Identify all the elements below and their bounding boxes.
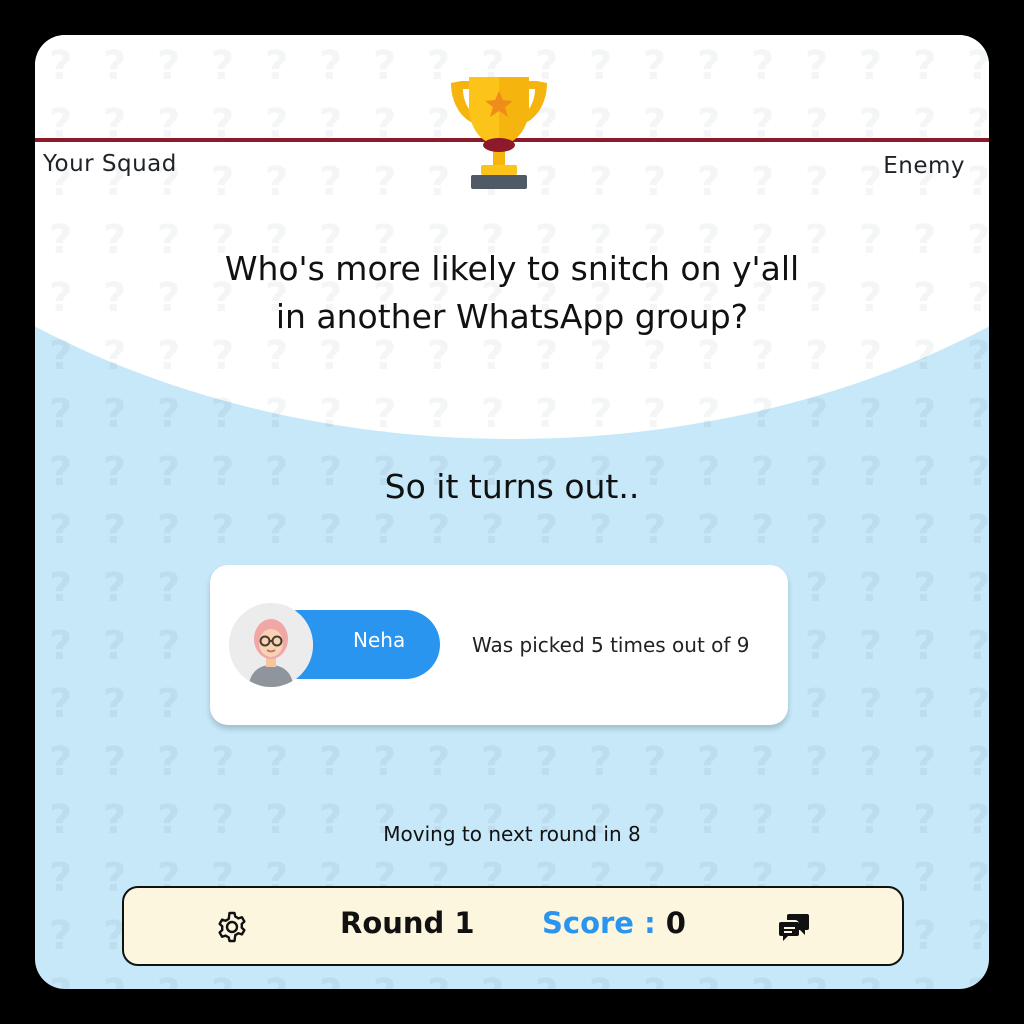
bottom-bar: Round 1 Score : 0 [122, 886, 904, 966]
avatar-woman-glasses-icon [229, 603, 313, 687]
game-screen: ? Your Squad Enemy Who's more likely to … [35, 35, 989, 989]
question-line-2: in another WhatsApp group? [275, 297, 749, 336]
score-display: Score : 0 [542, 906, 686, 940]
chat-bubbles-icon[interactable] [777, 910, 811, 944]
question-text: Who's more likely to snitch on y'all in … [155, 245, 869, 341]
score-value: 0 [665, 906, 686, 940]
your-squad-label: Your Squad [43, 151, 177, 177]
result-card: Neha Was picked 5 times out of 9 [210, 565, 788, 725]
trophy-icon [451, 77, 547, 189]
picked-count-text: Was picked 5 times out of 9 [472, 633, 750, 657]
next-round-countdown: Moving to next round in 8 [383, 822, 641, 846]
player-name: Neha [353, 628, 406, 652]
enemy-label: Enemy [883, 153, 965, 179]
question-line-1: Who's more likely to snitch on y'all [224, 249, 800, 288]
score-label: Score : [542, 906, 656, 940]
avatar [229, 603, 313, 687]
round-label: Round 1 [340, 906, 475, 940]
reveal-title: So it turns out.. [384, 467, 640, 506]
gear-icon[interactable] [215, 910, 249, 944]
